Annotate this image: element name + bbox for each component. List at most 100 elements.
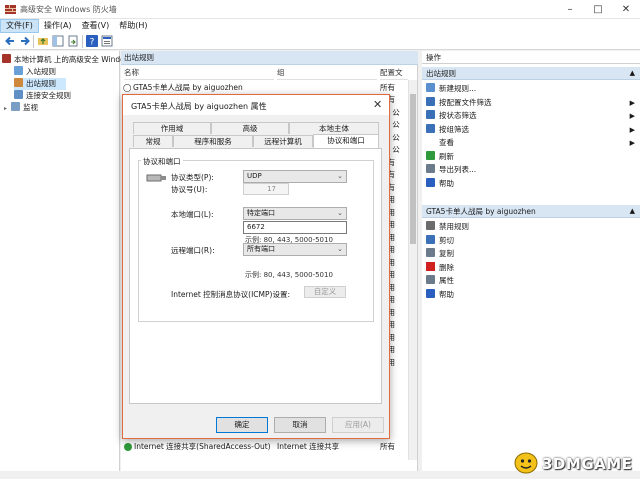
tree-item-connection-security[interactable]: 连接安全规则: [14, 90, 71, 102]
local-port-input[interactable]: 6672: [243, 221, 347, 234]
watermark-text: 3DMGAME: [542, 455, 633, 473]
properties-icon[interactable]: [101, 35, 113, 47]
firewall-shield-icon: [5, 5, 16, 14]
refresh-icon: [426, 150, 435, 160]
monitor-icon: [11, 102, 20, 111]
tab-remote-computers[interactable]: 远程计算机: [253, 135, 313, 147]
tab-advanced[interactable]: 高级: [211, 122, 289, 134]
outbound-rules-icon: [14, 78, 23, 87]
actions-header: 操作: [422, 51, 640, 64]
submenu-arrow-icon: ▶: [629, 98, 635, 107]
action-label: 复制: [439, 249, 454, 258]
tree-item-monitoring[interactable]: ▸ 监视: [4, 102, 38, 114]
action-item[interactable]: 查看 ▶: [422, 137, 640, 149]
table-row[interactable]: Internet 连接共享(SharedAccess-Out) Internet…: [121, 441, 409, 453]
menu-view[interactable]: 查看(V): [77, 19, 115, 33]
dialog-close-icon[interactable]: ✕: [373, 98, 382, 111]
network-cable-icon: [146, 174, 166, 182]
tab-scope[interactable]: 作用域: [133, 122, 211, 134]
action-label: 查看: [439, 138, 454, 147]
action-label: 新建规则...: [439, 84, 477, 93]
action-item[interactable]: 复制: [422, 248, 640, 260]
collapse-caret-icon[interactable]: ▲: [630, 205, 635, 218]
tab-programs-services[interactable]: 程序和服务: [173, 135, 253, 147]
chevron-down-icon: ⌄: [337, 245, 343, 253]
expand-arrow-icon[interactable]: ▸: [4, 103, 11, 115]
rule-enabled-icon: ◯: [123, 83, 132, 92]
actions-section-selected-rule[interactable]: GTA5卡单人战局 by aiguozhen ▲: [422, 205, 640, 218]
title-bar: 高级安全 Windows 防火墙 – □ ✕: [0, 0, 640, 19]
up-folder-icon[interactable]: [37, 35, 49, 47]
show-hide-tree-icon[interactable]: [52, 35, 64, 47]
window-title: 高级安全 Windows 防火墙: [20, 5, 117, 14]
actions-section-outbound[interactable]: 出站规则 ▲: [422, 67, 640, 80]
tab-local-principals[interactable]: 本地主体: [289, 122, 379, 134]
vertical-scrollbar[interactable]: [408, 80, 417, 460]
protocol-type-label: 协议类型(P):: [171, 173, 214, 182]
submenu-arrow-icon: ▶: [629, 125, 635, 134]
delete-icon: [426, 261, 435, 271]
action-label: 按状态筛选: [439, 111, 477, 120]
close-button[interactable]: ✕: [612, 0, 640, 19]
action-item[interactable]: 禁用规则: [422, 221, 640, 233]
help-icon[interactable]: ?: [86, 35, 98, 47]
properties-icon: [426, 275, 435, 284]
action-label: 删除: [439, 262, 454, 272]
tree-item-inbound-rules[interactable]: 入站规则: [14, 66, 56, 78]
tab-protocols-ports[interactable]: 协议和端口: [313, 134, 379, 148]
cancel-button[interactable]: 取消: [274, 417, 326, 433]
action-item[interactable]: 刷新: [422, 150, 640, 163]
action-item[interactable]: 导出列表...: [422, 164, 640, 176]
protocol-number-spinner[interactable]: 17: [243, 183, 289, 195]
apply-button[interactable]: 应用(A): [332, 417, 384, 433]
action-item[interactable]: 新建规则...: [422, 83, 640, 95]
remote-port-example: 示例: 80, 443, 5000-5010: [245, 271, 333, 279]
icmp-settings-label: Internet 控制消息协议(ICMP)设置:: [171, 290, 290, 299]
dialog-title-bar: GTA5卡单人战局 by aiguozhen 属性 ✕: [123, 95, 389, 115]
scrollbar-thumb[interactable]: [410, 94, 416, 244]
menu-help[interactable]: 帮助(H): [114, 19, 152, 33]
ok-button[interactable]: 确定: [216, 417, 268, 433]
action-label: 刷新: [439, 151, 454, 161]
action-item[interactable]: 帮助: [422, 177, 640, 190]
action-item[interactable]: 删除: [422, 261, 640, 274]
minimize-button[interactable]: –: [556, 0, 584, 19]
column-header-profile[interactable]: 配置文: [380, 66, 408, 80]
tree-item-outbound-rules[interactable]: 出站规则: [14, 78, 66, 90]
svg-text:?: ?: [90, 38, 95, 48]
maximize-button[interactable]: □: [584, 0, 612, 19]
action-item[interactable]: 帮助: [422, 288, 640, 301]
help-icon: [426, 177, 435, 187]
back-arrow-icon[interactable]: [4, 35, 16, 47]
action-item[interactable]: 按配置文件筛选 ▶: [422, 96, 640, 109]
collapse-caret-icon[interactable]: ▲: [630, 67, 635, 80]
tab-general[interactable]: 常规: [133, 135, 173, 147]
submenu-arrow-icon: ▶: [629, 139, 635, 147]
icmp-customize-button[interactable]: 自定义: [304, 286, 346, 298]
local-port-select[interactable]: 特定端口 ⌄: [243, 207, 347, 220]
submenu-arrow-icon: ▶: [629, 112, 635, 120]
forward-arrow-icon[interactable]: [19, 35, 31, 47]
column-header-group[interactable]: 组: [277, 66, 377, 80]
action-item[interactable]: 属性: [422, 275, 640, 287]
action-item[interactable]: 按状态筛选 ▶: [422, 110, 640, 122]
protocol-type-select[interactable]: UDP ⌄: [243, 170, 347, 183]
inbound-rules-icon: [14, 66, 23, 75]
filter-icon: [426, 123, 435, 133]
new-rule-icon: [426, 83, 435, 92]
action-label: 属性: [439, 276, 454, 285]
blank-icon: [426, 137, 435, 146]
action-label: 帮助: [439, 178, 454, 188]
column-header-name[interactable]: 名称: [124, 66, 274, 80]
export-icon[interactable]: [67, 35, 79, 47]
action-label: 禁用规则: [439, 222, 469, 231]
menu-file[interactable]: 文件(F): [0, 19, 39, 33]
local-port-label: 本地端口(L):: [171, 210, 214, 219]
remote-port-select[interactable]: 所有端口 ⌄: [243, 243, 347, 256]
action-item[interactable]: 剪切: [422, 234, 640, 247]
tree-root[interactable]: 本地计算机 上的高级安全 Windo: [2, 54, 125, 66]
menu-action[interactable]: 操作(A): [39, 19, 77, 33]
table-row[interactable]: ◯ GTA5卡单人战局 by aiguozhen 所有: [121, 82, 409, 94]
action-label: 按配置文件筛选: [439, 97, 492, 107]
action-item[interactable]: 按组筛选 ▶: [422, 123, 640, 136]
